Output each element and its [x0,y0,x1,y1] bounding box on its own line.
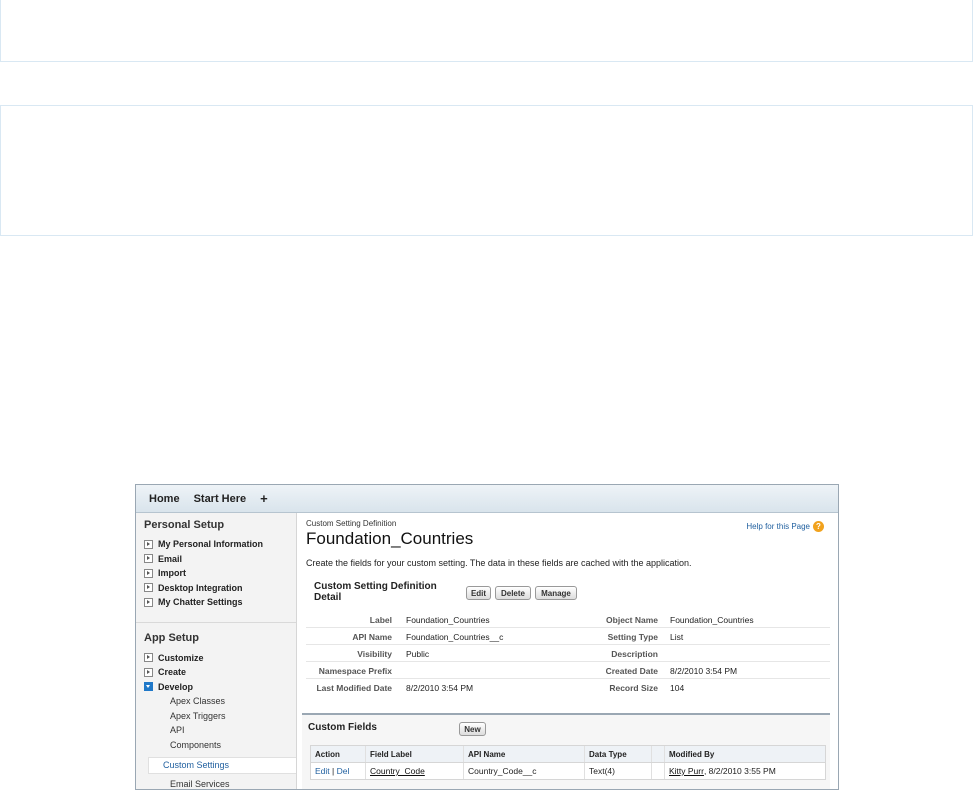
detail-row: Last Modified Date 8/2/2010 3:54 PM Reco… [306,679,830,695]
expand-icon[interactable] [144,597,153,607]
sidebar-item-custom-settings[interactable]: Custom Settings [148,757,296,774]
sidebar-item-label: Create [158,667,187,678]
help-link[interactable]: Help for this Page ? [746,521,824,532]
tab-bar: Home Start Here + [136,485,838,513]
sidebar-item-label: Email [158,553,183,564]
sidebar-item-label: My Personal Information [158,539,264,550]
sidebar-item-apex-triggers[interactable]: Apex Triggers [144,709,296,724]
detail-header: Custom Setting Definition Detail Edit De… [306,581,830,611]
record-size-label: Record Size [609,683,658,693]
last-modified-date-value: 8/2/2010 3:54 PM [406,683,474,693]
sidebar-item-desktop-integration[interactable]: Desktop Integration [144,581,296,596]
sidebar-item-my-chatter-settings[interactable]: My Chatter Settings [144,595,296,610]
manage-button[interactable]: Manage [535,586,577,600]
column-header-api-name[interactable]: API Name [464,746,585,762]
sidebar-item-apex-classes[interactable]: Apex Classes [144,694,296,709]
new-field-button[interactable]: New [459,722,486,736]
expand-icon[interactable] [144,539,153,549]
last-modified-date-label: Last Modified Date [316,683,392,693]
detail-row: Namespace Prefix Created Date 8/2/2010 3… [306,662,830,679]
sidebar-item-label: Customize [158,652,204,663]
action-separator: | [332,766,335,776]
column-header-data-type[interactable]: Data Type [585,746,652,762]
sidebar-item-label: Desktop Integration [158,582,243,593]
page-title: Foundation_Countries [306,529,474,548]
sidebar-item-my-personal-information[interactable]: My Personal Information [144,537,296,552]
add-tab-icon[interactable]: + [253,491,275,506]
expand-icon[interactable] [144,568,153,578]
api-name-label: API Name [352,632,392,642]
setup-sidebar: Personal Setup My Personal Information E… [136,513,297,789]
edit-button[interactable]: Edit [466,586,491,600]
column-header-modified-by[interactable]: Modified By [665,746,825,762]
column-header-action[interactable]: Action [311,746,366,762]
detail-row: API Name Foundation_Countries__c Setting… [306,628,830,645]
custom-fields-section: Custom Fields New Action Field Label API… [302,713,830,789]
object-name-value: Foundation_Countries [670,615,754,625]
sidebar-item-email-services[interactable]: Email Services [144,777,296,790]
expand-icon[interactable] [144,667,153,677]
tab-home[interactable]: Home [142,493,187,505]
sidebar-item-label: My Chatter Settings [158,597,243,608]
object-name-label: Object Name [606,615,658,625]
field-label-cell: Country_Code [366,763,464,779]
tab-start-here[interactable]: Start Here [187,493,254,505]
expand-icon[interactable] [144,653,153,663]
column-header-field-label[interactable]: Field Label [366,746,464,762]
setting-type-value: List [670,632,684,642]
page-description: Create the fields for your custom settin… [306,558,692,568]
expand-icon[interactable] [144,554,153,564]
empty-panel-middle [0,105,973,236]
custom-fields-table: Action Field Label API Name Data Type Mo… [310,745,826,780]
sidebar-item-label: Develop [158,681,194,692]
help-icon[interactable]: ? [813,521,824,532]
visibility-label: Visibility [357,649,392,659]
blank-cell [652,763,665,779]
modified-by-date: , 8/2/2010 3:55 PM [703,766,776,776]
sidebar-item-api[interactable]: API [144,723,296,738]
table-row: Edit | Del Country_Code Country_Code__c … [311,763,825,779]
sidebar-item-import[interactable]: Import [144,566,296,581]
expand-icon[interactable] [144,583,153,593]
sidebar-item-customize[interactable]: Customize [144,651,296,666]
visibility-value: Public [406,649,430,659]
data-type-cell: Text(4) [585,763,652,779]
label-value: Foundation_Countries [406,615,490,625]
sidebar-item-components[interactable]: Components [144,738,296,753]
api-name-value: Foundation_Countries__c [406,632,504,642]
delete-button[interactable]: Delete [495,586,531,600]
table-header: Action Field Label API Name Data Type Mo… [311,746,825,763]
collapse-icon[interactable] [144,682,153,692]
namespace-prefix-label: Namespace Prefix [318,666,392,676]
sidebar-item-develop[interactable]: Develop [144,680,296,695]
field-label-link[interactable]: Country_Code [370,766,425,776]
sidebar-item-label: Import [158,568,186,579]
salesforce-setup-window: Home Start Here + Personal Setup My Pers… [135,484,839,790]
main-content: Custom Setting Definition Foundation_Cou… [298,513,838,789]
detail-row: Label Foundation_Countries Object Name F… [306,611,830,628]
delete-link[interactable]: Del [337,766,350,776]
api-name-cell: Country_Code__c [464,763,585,779]
action-cell: Edit | Del [311,763,366,779]
setting-type-label: Setting Type [607,632,658,642]
detail-section-title: Custom Setting Definition Detail [314,581,437,603]
created-date-value: 8/2/2010 3:54 PM [670,666,738,676]
edit-link[interactable]: Edit [315,766,330,776]
description-label: Description [611,649,658,659]
modified-by-user-link[interactable]: Kitty Purr [669,766,704,776]
detail-table: Label Foundation_Countries Object Name F… [306,611,830,695]
personal-setup-heading: Personal Setup [144,519,225,531]
empty-panel-top [0,0,973,62]
detail-row: Visibility Public Description [306,645,830,662]
sidebar-item-email[interactable]: Email [144,552,296,567]
label-label: Label [369,615,392,625]
help-link-label[interactable]: Help for this Page [746,522,810,531]
app-setup-heading: App Setup [144,631,199,644]
modified-by-cell: Kitty Purr, 8/2/2010 3:55 PM [665,763,825,779]
column-header-blank [652,746,665,762]
custom-fields-title: Custom Fields [308,722,377,733]
created-date-label: Created Date [605,666,658,676]
sidebar-item-create[interactable]: Create [144,665,296,680]
record-size-value: 104 [670,683,685,693]
